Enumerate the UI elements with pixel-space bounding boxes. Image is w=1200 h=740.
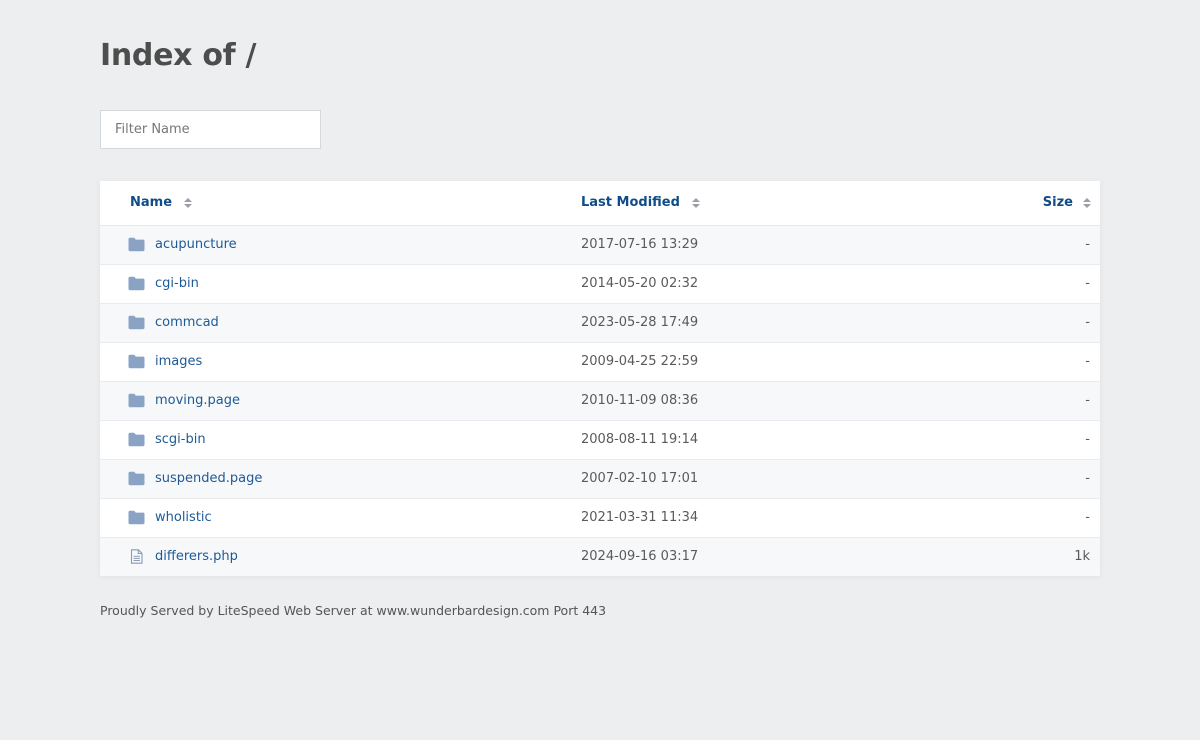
entry-modified: 2023-05-28 17:49 bbox=[581, 315, 699, 330]
folder-icon bbox=[128, 471, 145, 486]
folder-icon bbox=[128, 510, 145, 525]
folder-icon bbox=[128, 315, 145, 330]
filter-name-input[interactable] bbox=[100, 110, 321, 149]
entry-link[interactable]: commcad bbox=[155, 315, 219, 330]
list-item: cgi-bin 2014-05-20 02:32 - bbox=[100, 265, 1100, 304]
entry-modified: 2021-03-31 11:34 bbox=[581, 510, 699, 525]
list-item: images 2009-04-25 22:59 - bbox=[100, 343, 1100, 382]
entry-size: - bbox=[1085, 354, 1090, 369]
entry-size: - bbox=[1085, 432, 1090, 447]
entry-size: - bbox=[1085, 276, 1090, 291]
list-item: wholistic 2021-03-31 11:34 - bbox=[100, 499, 1100, 538]
folder-icon bbox=[128, 432, 145, 447]
list-item: moving.page 2010-11-09 08:36 - bbox=[100, 382, 1100, 421]
last-modified-column-label: Last Modified bbox=[581, 195, 680, 210]
entry-modified: 2007-02-10 17:01 bbox=[581, 471, 699, 486]
entry-modified: 2024-09-16 03:17 bbox=[581, 549, 699, 564]
entry-link[interactable]: differers.php bbox=[155, 549, 238, 564]
list-item: suspended.page 2007-02-10 17:01 - bbox=[100, 460, 1100, 499]
entry-modified: 2009-04-25 22:59 bbox=[581, 354, 699, 369]
sort-by-size-button[interactable]: Size bbox=[1043, 195, 1091, 210]
entry-size: 1k bbox=[1074, 549, 1090, 564]
entry-modified: 2010-11-09 08:36 bbox=[581, 393, 699, 408]
entry-size: - bbox=[1085, 393, 1090, 408]
entry-link[interactable]: acupuncture bbox=[155, 237, 237, 252]
page-title: Index of / bbox=[100, 38, 257, 73]
sort-by-last-modified-button[interactable]: Last Modified bbox=[581, 195, 700, 210]
list-item: acupuncture 2017-07-16 13:29 - bbox=[100, 226, 1100, 265]
entry-size: - bbox=[1085, 471, 1090, 486]
entry-link[interactable]: images bbox=[155, 354, 202, 369]
directory-listing: Name Last Modified Size acupuncture 2017… bbox=[100, 181, 1100, 576]
entry-size: - bbox=[1085, 510, 1090, 525]
entry-link[interactable]: wholistic bbox=[155, 510, 212, 525]
entry-link[interactable]: suspended.page bbox=[155, 471, 262, 486]
entry-link[interactable]: scgi-bin bbox=[155, 432, 206, 447]
listing-header: Name Last Modified Size bbox=[100, 181, 1100, 226]
sort-by-name-button[interactable]: Name bbox=[130, 195, 193, 210]
folder-icon bbox=[128, 354, 145, 369]
entry-modified: 2017-07-16 13:29 bbox=[581, 237, 699, 252]
entry-link[interactable]: cgi-bin bbox=[155, 276, 199, 291]
sort-icon bbox=[691, 197, 700, 209]
folder-icon bbox=[128, 237, 145, 252]
entry-modified: 2008-08-11 19:14 bbox=[581, 432, 699, 447]
entry-modified: 2014-05-20 02:32 bbox=[581, 276, 699, 291]
entry-size: - bbox=[1085, 315, 1090, 330]
sort-icon bbox=[184, 197, 193, 209]
folder-icon bbox=[128, 393, 145, 408]
size-column-label: Size bbox=[1042, 195, 1073, 210]
server-footer: Proudly Served by LiteSpeed Web Server a… bbox=[100, 603, 607, 618]
entry-link[interactable]: moving.page bbox=[155, 393, 240, 408]
folder-icon bbox=[128, 276, 145, 291]
entry-size: - bbox=[1085, 237, 1090, 252]
list-item: commcad 2023-05-28 17:49 - bbox=[100, 304, 1100, 343]
list-item: differers.php 2024-09-16 03:17 1k bbox=[100, 538, 1100, 576]
name-column-label: Name bbox=[130, 195, 173, 210]
file-icon bbox=[128, 549, 145, 564]
list-item: scgi-bin 2008-08-11 19:14 - bbox=[100, 421, 1100, 460]
sort-icon bbox=[1083, 197, 1091, 209]
listing-rows: acupuncture 2017-07-16 13:29 - cgi-bin 2… bbox=[100, 226, 1100, 576]
